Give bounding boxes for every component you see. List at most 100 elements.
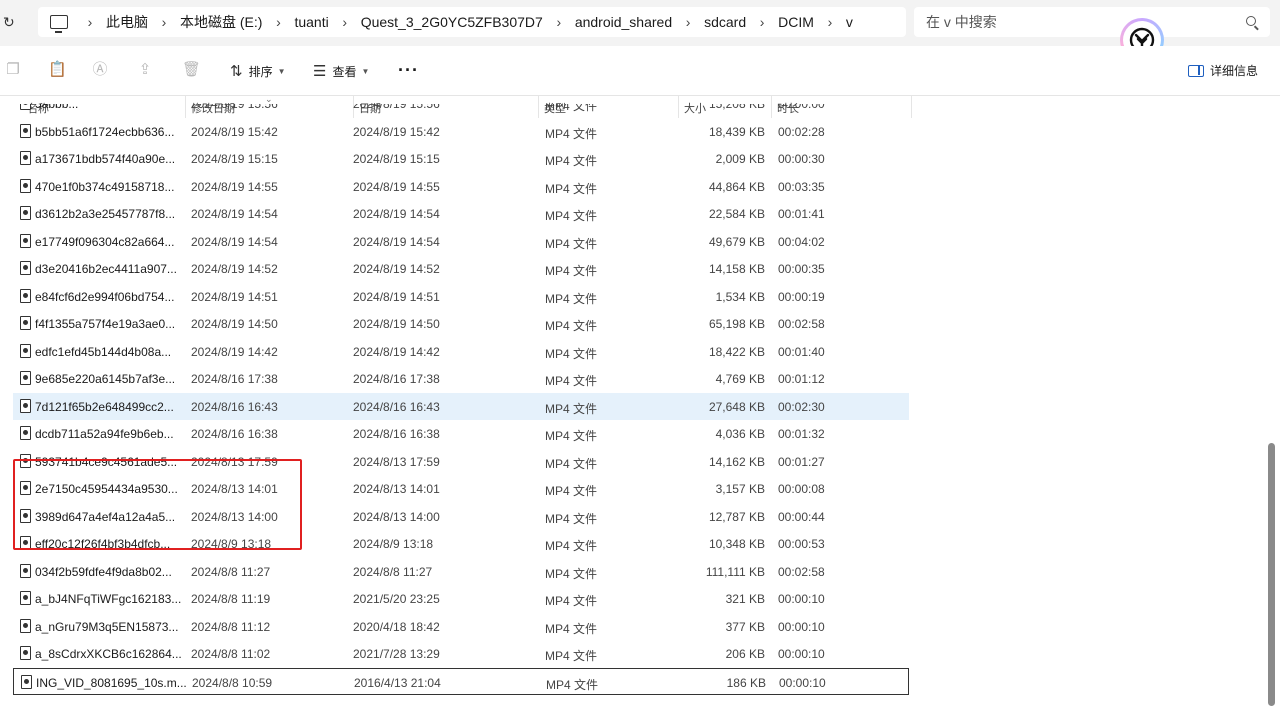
type-cell: MP4 文件 [545, 374, 598, 388]
breadcrumb-item-dcim[interactable]: DCIM [774, 14, 818, 30]
table-row[interactable]: dcdb711a52a94fe9b6eb... 2024/8/16 16:38 20… [13, 420, 909, 447]
date-cell: 2021/5/20 23:25 [353, 592, 440, 606]
table-row[interactable]: a173671bdb574f40a90e... 2024/8/19 15:15 20… [13, 145, 909, 172]
view-button[interactable]: ☰ 查看 ▼ [313, 60, 369, 82]
type-cell: MP4 文件 [545, 649, 598, 663]
table-row[interactable]: a_bJ4NFqTiWFgc162183... 2024/8/8 11:19 202… [13, 585, 909, 612]
duration-cell: 00:00:44 [778, 509, 825, 524]
size-cell: 22,584 KB [708, 207, 765, 221]
table-row[interactable]: 7d121f65b2e648499cc2... 2024/8/16 16:43 20… [13, 392, 909, 420]
chevron-right-icon[interactable]: › [266, 14, 290, 30]
duration-cell: 00:00:00 [778, 104, 825, 111]
table-row[interactable]: 9e685e220a6145b7af3e... 2024/8/16 17:38 20… [13, 365, 909, 392]
refresh-icon[interactable]: ↻ [3, 14, 19, 30]
date-cell: 2024/8/16 16:38 [353, 427, 440, 441]
table-row[interactable]: edfc1efd45b144d4b08a... 2024/8/19 14:42 20… [13, 338, 909, 365]
modified-date-cell: 2024/8/19 15:15 [191, 152, 278, 166]
breadcrumb: › 此电脑 › 本地磁盘 (E:) › tuanti › Quest_3_2G0… [78, 12, 857, 32]
type-cell: MP4 文件 [545, 484, 598, 498]
paste-icon[interactable]: 📋 [48, 62, 67, 78]
file-name-cell: 034f2b59fdfe4f9da8b02... [35, 564, 172, 579]
details-label: 详细信息 [1210, 64, 1259, 78]
chevron-right-icon[interactable]: › [676, 14, 700, 30]
table-row[interactable]: e17749f096304c82a664... 2024/8/19 14:54 20… [13, 228, 909, 255]
video-file-icon [20, 104, 31, 110]
modified-date-cell: 2024/8/19 15:42 [191, 124, 278, 139]
size-cell: 321 KB [725, 592, 765, 606]
duration-cell: 00:01:40 [778, 344, 825, 359]
table-row[interactable]: a_8sCdrxXKCB6c162864... 2024/8/8 11:02 202… [13, 640, 909, 667]
size-cell: 18,422 KB [708, 344, 765, 359]
copy-icon[interactable]: ❐ [5, 62, 21, 78]
more-options-button[interactable]: ··· [398, 60, 419, 81]
table-row[interactable]: a_nGru79M3q5EN15873... 2024/8/8 11:12 2020… [13, 613, 909, 640]
video-file-icon [20, 371, 31, 385]
search-input[interactable] [926, 14, 1226, 30]
date-cell: 2024/8/8 11:27 [353, 564, 433, 579]
sort-button[interactable]: ⇅ 排序 ▼ [230, 60, 286, 82]
size-cell: 15,208 KB [708, 104, 765, 111]
scrollbar-thumb[interactable] [1268, 443, 1275, 706]
table-row[interactable]: 034f2b59fdfe4f9da8b02... 2024/8/8 11:27 20… [13, 558, 909, 585]
video-file-icon [20, 618, 31, 633]
video-file-icon [20, 151, 31, 165]
breadcrumb-item-this-pc[interactable]: 此电脑 [102, 12, 152, 32]
modified-date-cell: 2024/8/8 11:27 [191, 564, 271, 579]
file-name-cell: 9e685e220a6145b7af3e... [35, 372, 176, 386]
file-name-cell: 7d121f65b2e648499cc2... [35, 399, 174, 414]
chevron-right-icon[interactable]: › [818, 14, 842, 30]
breadcrumb-item-local-disk[interactable]: 本地磁盘 (E:) [176, 12, 266, 32]
type-cell: MP4 文件 [545, 104, 598, 113]
search-box[interactable] [914, 7, 1270, 37]
table-row[interactable]: d3e20416b2ec4411a907... 2024/8/19 14:52 20… [13, 255, 909, 282]
type-cell: MP4 文件 [545, 319, 598, 333]
chevron-right-icon[interactable]: › [547, 14, 571, 30]
video-file-icon [20, 233, 31, 248]
date-cell: 2024/8/13 14:01 [353, 482, 440, 496]
file-name-cell: a_8sCdrxXKCB6c162864... [35, 647, 182, 661]
file-name-cell: e84fcf6d2e994f06bd754... [35, 289, 175, 304]
table-row[interactable]: 470e1f0b374c49158718... 2024/8/19 14:55 20… [13, 173, 909, 200]
computer-icon[interactable] [50, 15, 68, 33]
date-cell: 2024/8/19 14:50 [353, 317, 440, 331]
date-cell: 2024/8/13 14:00 [353, 509, 440, 524]
duration-cell: 00:01:27 [778, 454, 825, 469]
table-row[interactable]: ING_VID_8081695_10s.m... 2024/8/8 10:59 20… [13, 667, 909, 695]
chevron-right-icon[interactable]: › [333, 14, 357, 30]
chevron-right-icon[interactable]: › [78, 14, 102, 30]
file-name-cell: 470e1f0b374c49158718... [35, 179, 175, 194]
breadcrumb-item-sdcard[interactable]: sdcard [700, 14, 750, 30]
duration-cell: 00:00:10 [778, 619, 825, 634]
breadcrumb-item-tuanti[interactable]: tuanti [290, 14, 332, 30]
video-file-icon [20, 288, 31, 303]
type-cell: MP4 文件 [545, 456, 598, 471]
date-cell: 2020/4/18 18:42 [353, 619, 440, 634]
command-bar: ❐ 📋 Ⓐ ⇪ 🗑 ⇅ 排序 ▼ ☰ 查看 ▼ ··· 详细信息 [0, 46, 1280, 96]
table-row[interactable]: d3612b2a3e25457787f8... 2024/8/19 14:54 20… [13, 200, 909, 227]
address-bar[interactable]: › 此电脑 › 本地磁盘 (E:) › tuanti › Quest_3_2G0… [38, 7, 906, 37]
size-cell: 111,111 KB [705, 564, 765, 579]
size-cell: 206 KB [725, 647, 765, 661]
duration-cell: 00:00:53 [778, 537, 825, 551]
chevron-right-icon[interactable]: › [750, 14, 774, 30]
breadcrumb-item-android-shared[interactable]: android_shared [571, 14, 676, 30]
rename-icon[interactable]: Ⓐ [92, 62, 108, 78]
chevron-right-icon[interactable]: › [152, 14, 176, 30]
duration-cell: 00:00:19 [778, 289, 825, 304]
table-row[interactable]: 5abbb... 2024/8/19 15:56 2024/8/19 15:56 MP… [13, 104, 909, 117]
table-row[interactable]: e84fcf6d2e994f06bd754... 2024/8/19 14:51 2… [13, 283, 909, 310]
size-cell: 4,769 KB [715, 372, 765, 386]
video-file-icon [20, 316, 31, 330]
details-button[interactable]: 详细信息 [1188, 62, 1258, 79]
size-cell: 1,534 KB [715, 289, 765, 304]
breadcrumb-item-v[interactable]: v [842, 14, 857, 30]
delete-icon[interactable]: 🗑 [182, 62, 201, 78]
type-cell: MP4 文件 [545, 209, 598, 223]
type-cell: MP4 文件 [545, 291, 598, 306]
share-icon[interactable]: ⇪ [137, 62, 153, 78]
search-icon[interactable] [1246, 16, 1256, 26]
table-row[interactable]: b5bb51a6f1724ecbb636... 2024/8/19 15:42 20… [13, 118, 909, 145]
size-cell: 65,198 KB [708, 317, 765, 331]
breadcrumb-item-quest[interactable]: Quest_3_2G0YC5ZFB307D7 [357, 14, 547, 30]
table-row[interactable]: f4f1355a757f4e19a3ae0... 2024/8/19 14:50 2… [13, 310, 909, 337]
